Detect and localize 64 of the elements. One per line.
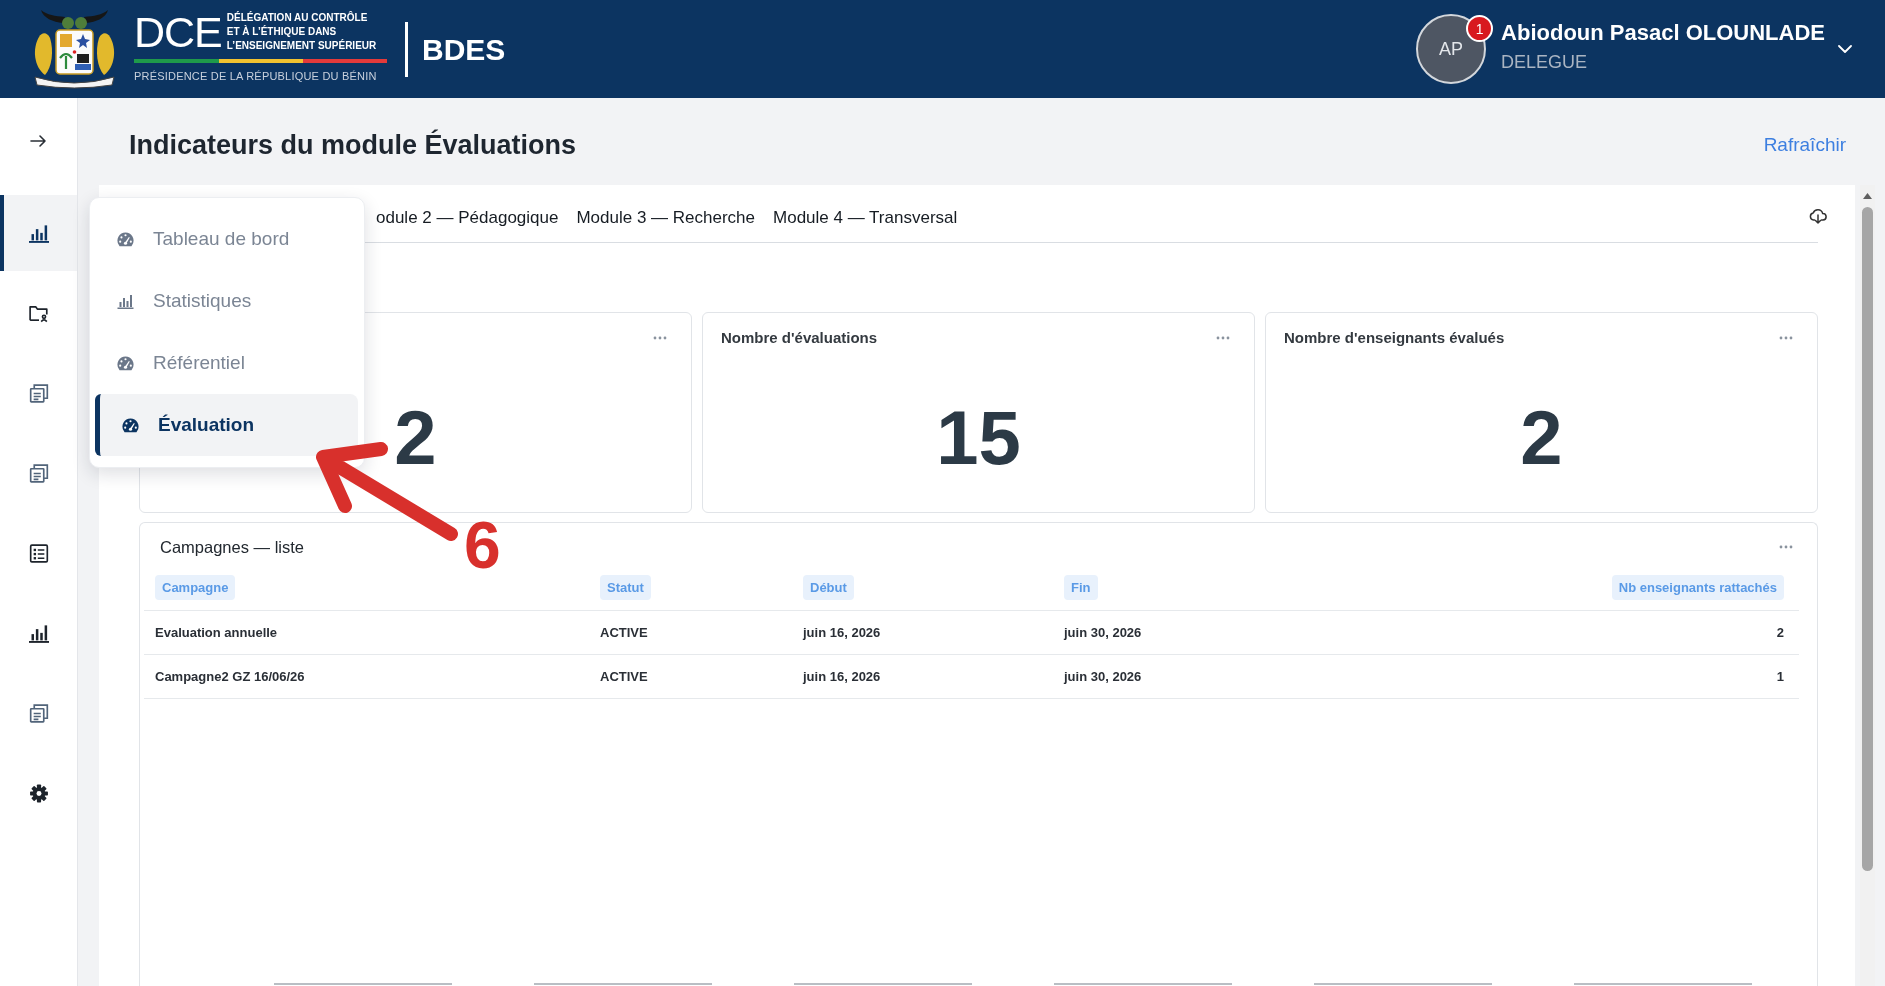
tab[interactable]: Module 4 — Transversal xyxy=(773,193,958,242)
annotation-label: 6 xyxy=(464,512,501,578)
folder-icon xyxy=(28,303,49,323)
chevron-down-icon xyxy=(1838,45,1852,53)
refresh-link[interactable]: Rafraîchir xyxy=(1763,131,1846,160)
table-cell-text: juin 16, 2026 xyxy=(803,667,881,686)
list-icon xyxy=(28,543,49,563)
table-cell-text: Evaluation annuelle xyxy=(155,623,278,642)
menu-item[interactable]: Évaluation xyxy=(95,394,358,456)
column-header[interactable]: Statut xyxy=(600,575,651,600)
table-cell-text: juin 16, 2026 xyxy=(803,623,881,642)
table-cell-text: 2 xyxy=(1776,623,1784,642)
app-name: BDES xyxy=(422,32,506,66)
column-header[interactable]: Fin xyxy=(1064,575,1098,600)
table-cell-text: Campagne2 GZ 16/06/26 xyxy=(155,667,305,686)
bar-chart-icon xyxy=(28,623,49,643)
documents-icon xyxy=(28,463,49,483)
scroll-up-arrow-icon[interactable] xyxy=(1863,193,1872,199)
gauge-icon xyxy=(117,231,134,247)
tab[interactable]: odule 2 — Pédagogique xyxy=(376,193,559,242)
column-header[interactable]: Nb enseignants rattachés xyxy=(1611,575,1784,600)
tab[interactable]: Module 3 — Recherche xyxy=(576,193,756,242)
sidebar-toggle-button[interactable] xyxy=(30,134,47,148)
table-cell-text: juin 30, 2026 xyxy=(1064,623,1142,642)
logo-tagline: DÉLÉGATION AU CONTRÔLE ET À L’ÉTHIQUE DANS L’ENSEIGNEMENT SUPÉRIEUR xyxy=(226,11,377,53)
table-cell-text: 1 xyxy=(1776,667,1784,686)
logo-subtitle: PRÉSIDENCE DE LA RÉPUBLIQUE DU BÉNIN xyxy=(134,69,378,83)
sidebar-item[interactable] xyxy=(0,195,77,271)
gauge-icon xyxy=(117,355,134,371)
kpi-value: 15 xyxy=(936,399,1021,476)
table-cell-text: juin 30, 2026 xyxy=(1064,667,1142,686)
scrollbar[interactable] xyxy=(1860,185,1875,986)
gauge-icon xyxy=(122,417,139,433)
documents-icon xyxy=(28,703,49,723)
column-header[interactable]: Début xyxy=(803,575,854,600)
user-role: DELEGUE xyxy=(1501,51,1589,73)
more-icon[interactable] xyxy=(1779,336,1793,340)
logo-acronym: DCE xyxy=(134,15,222,49)
card-title: Nombre d'enseignants évalués xyxy=(1284,327,1505,348)
cloud-download-icon[interactable] xyxy=(1809,207,1827,224)
kpi-value: 2 xyxy=(394,399,437,476)
column-header[interactable]: Campagne xyxy=(155,575,236,600)
more-icon[interactable] xyxy=(1779,545,1793,549)
arrow-right-icon xyxy=(30,134,47,148)
flag-stripe-icon xyxy=(134,59,387,63)
table-cell-text: ACTIVE xyxy=(600,667,648,686)
menu-item[interactable]: Tableau de bord xyxy=(95,208,358,270)
settings-icon xyxy=(28,783,49,803)
more-icon[interactable] xyxy=(653,336,667,340)
card-title: Campagnes — liste xyxy=(160,536,304,558)
kpi-value: 2 xyxy=(1520,399,1563,476)
menu-item[interactable]: Référentiel xyxy=(95,332,358,394)
page-title: Indicateurs du module Évaluations xyxy=(129,129,577,162)
bar-chart-icon xyxy=(117,293,134,309)
scrollbar-thumb[interactable] xyxy=(1862,207,1873,871)
table-cell-text: ACTIVE xyxy=(600,623,648,642)
more-icon[interactable] xyxy=(1216,336,1230,340)
card-title: Nombre d'évaluations xyxy=(721,327,878,348)
user-name: Abiodoun Pasacl OLOUNLADE xyxy=(1501,20,1825,46)
documents-icon xyxy=(28,383,49,403)
notification-count: 1 xyxy=(1466,15,1494,42)
user-menu-button[interactable] xyxy=(1838,45,1852,53)
bar-chart-icon xyxy=(28,223,49,243)
menu-item[interactable]: Statistiques xyxy=(95,270,358,332)
